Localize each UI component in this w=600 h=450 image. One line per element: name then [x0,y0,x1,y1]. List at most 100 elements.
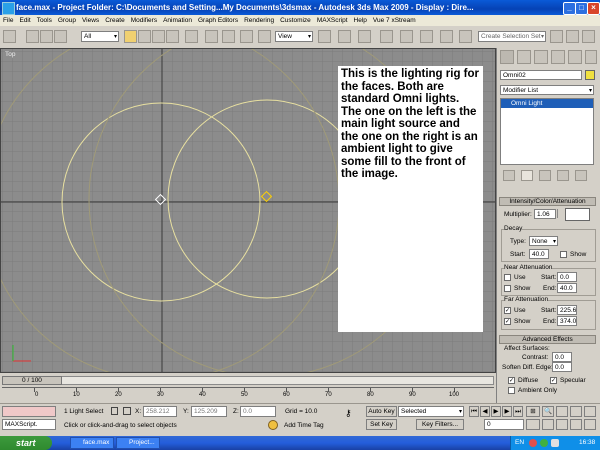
contrast-input[interactable]: 0.0 [552,352,572,362]
zoom-icon[interactable]: 🔍 [542,406,554,417]
menu-tools[interactable]: Tools [37,17,52,24]
create-tab-icon[interactable] [500,50,514,64]
field-of-view-icon[interactable] [542,419,554,430]
previous-frame-button[interactable]: ◀ [480,406,490,417]
remove-modifier-icon[interactable] [557,170,569,181]
spinner-snap-icon[interactable] [420,30,433,43]
y-coordinate[interactable]: 125.209 [191,406,227,417]
rectangular-selection-icon[interactable] [152,30,165,43]
select-scale-icon[interactable] [222,30,235,43]
percent-snap-icon[interactable] [400,30,413,43]
key-icon[interactable]: ⚷ [345,408,352,419]
start-button[interactable]: start [0,436,52,450]
far-end-input[interactable]: 374.0 [557,316,577,326]
select-move-icon[interactable] [185,30,198,43]
show-end-result-icon[interactable] [521,170,533,181]
auto-key-button[interactable]: Auto Key [366,406,397,417]
menu-maxscript[interactable]: MAXScript [317,17,348,24]
time-tag-icon[interactable] [268,420,278,430]
menu-graph-editors[interactable]: Graph Editors [198,17,238,24]
diffuse-checkbox[interactable]: ✓ [508,377,515,384]
viewport-label[interactable]: Top [5,51,15,58]
modifier-list-dropdown[interactable]: Modifier List [500,85,594,95]
menu-vue-xstream[interactable]: Vue 7 xStream [373,17,416,24]
material-editor-icon[interactable] [566,30,579,43]
named-selection-icon[interactable] [440,30,453,43]
decay-start-input[interactable]: 40.0 [529,249,549,259]
viewport-top[interactable]: Top This is the lighting rig for the fac… [0,48,496,373]
decay-show-checkbox[interactable] [560,251,567,258]
rollout-advanced-header[interactable]: Advanced Effects [499,335,596,344]
make-unique-icon[interactable] [539,170,551,181]
modifier-stack-item[interactable]: Omni Light [501,99,593,108]
zoom-all-icon[interactable] [556,406,568,417]
magnet-icon[interactable] [358,30,371,43]
maxscript-listener[interactable]: MAXScript. [2,419,56,430]
menu-customize[interactable]: Customize [280,17,311,24]
window-crossing-icon[interactable] [166,30,179,43]
current-frame-input[interactable]: 0 [484,419,524,430]
add-time-tag[interactable]: Add Time Tag [284,422,324,429]
tray-volume-icon[interactable] [551,439,559,447]
rollout-intensity-header[interactable]: Intensity/Color/Attenuation [499,197,596,206]
curve-editor-icon[interactable] [550,30,563,43]
pivot-center-icon[interactable] [318,30,331,43]
maxscript-listener-pink[interactable] [2,406,56,417]
absolute-mode-icon[interactable] [123,407,131,415]
time-slider-track[interactable] [2,376,494,385]
motion-tab-icon[interactable] [551,50,565,64]
set-key-button[interactable]: Set Key [366,419,397,430]
tray-network-icon[interactable] [540,439,548,447]
track-bar[interactable]: 0 10 20 30 40 50 60 70 80 90 100 [2,387,494,402]
menu-group[interactable]: Group [58,17,76,24]
lock-icon[interactable] [111,407,118,415]
menu-views[interactable]: Views [82,17,99,24]
time-slider-handle[interactable]: 0 / 100 [2,376,62,385]
maximize-viewport-icon[interactable] [584,419,596,430]
task-face-max[interactable]: face.max [70,437,114,449]
menu-help[interactable]: Help [354,17,367,24]
menu-file[interactable]: File [3,17,13,24]
next-frame-button[interactable]: ▶ [502,406,512,417]
language-indicator[interactable]: EN [515,439,524,446]
select-rotate-icon[interactable] [205,30,218,43]
pin-stack-icon[interactable] [503,170,515,181]
close-button[interactable]: × [587,2,600,15]
object-color-swatch[interactable] [585,70,595,80]
selection-filter-dropdown[interactable]: All [81,31,119,42]
pan-icon[interactable] [584,406,596,417]
goto-end-button[interactable]: ⏭ [513,406,523,417]
key-mode-dropdown[interactable]: Selected [398,406,464,417]
x-coordinate[interactable]: 258.212 [143,406,177,417]
ambient-only-checkbox[interactable] [508,387,515,394]
z-coordinate[interactable]: 0.0 [240,406,276,417]
far-show-checkbox[interactable]: ✓ [504,318,511,325]
time-config-button[interactable] [526,419,540,430]
task-project[interactable]: Project... [116,437,160,449]
manipulate-icon[interactable] [240,30,253,43]
menu-create[interactable]: Create [105,17,125,24]
soften-input[interactable]: 0.0 [552,362,572,372]
reference-coords-icon[interactable] [258,30,271,43]
tray-app-icon[interactable] [529,439,537,447]
multiplier-spinner[interactable] [557,209,562,218]
far-use-checkbox[interactable]: ✓ [504,307,511,314]
select-object-icon[interactable] [124,30,137,43]
multiplier-input[interactable]: 1.06 [534,209,556,219]
undo-icon[interactable] [3,30,16,43]
menu-animation[interactable]: Animation [163,17,192,24]
decay-type-dropdown[interactable]: None [529,236,558,246]
mirror-icon[interactable] [459,30,472,43]
arc-rotate-icon[interactable] [570,419,582,430]
key-filters-button[interactable]: Key Filters... [416,419,464,430]
reference-coordinate-dropdown[interactable]: View [275,31,313,42]
unlink-icon[interactable] [40,30,53,43]
play-button[interactable]: ▶ [491,406,501,417]
utilities-tab-icon[interactable] [585,50,597,64]
select-link-icon[interactable] [26,30,39,43]
angle-snap-icon[interactable] [380,30,393,43]
goto-start-button[interactable]: ⏮ [469,406,479,417]
menu-edit[interactable]: Edit [19,17,30,24]
display-tab-icon[interactable] [568,50,582,64]
orbit-icon[interactable] [556,419,568,430]
